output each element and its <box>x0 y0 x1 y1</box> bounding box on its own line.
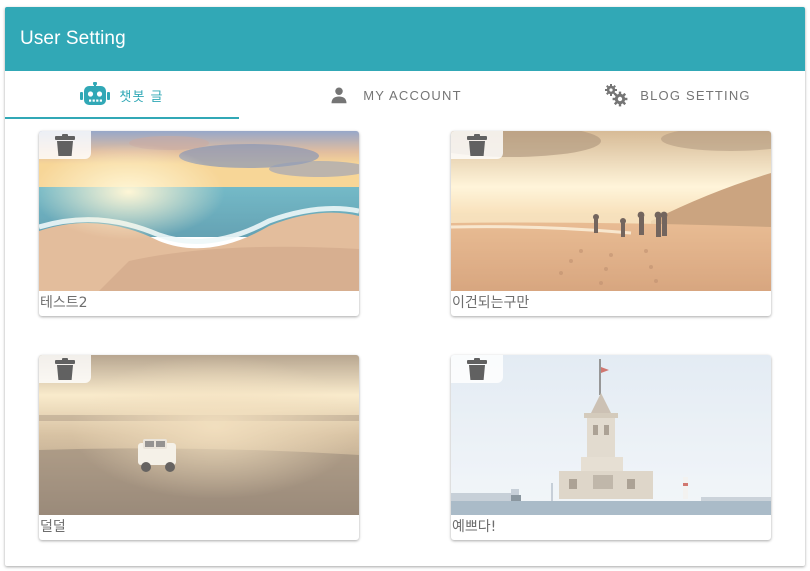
delete-button[interactable] <box>451 131 503 159</box>
post-caption: 예쁘다! <box>452 519 497 535</box>
active-tab-indicator <box>5 117 239 119</box>
trash-icon <box>55 358 75 380</box>
delete-button[interactable] <box>39 131 91 159</box>
tab-chatbot-posts[interactable]: 챗봇 글 <box>5 71 239 119</box>
gears-icon <box>601 80 631 110</box>
tab-bar: 챗봇 글 MY ACCOUNT BLOG SETTING <box>5 71 805 119</box>
person-icon <box>324 80 354 110</box>
delete-button[interactable] <box>451 355 503 383</box>
tab-my-account[interactable]: MY ACCOUNT <box>239 71 547 119</box>
tab-label: BLOG SETTING <box>640 87 751 103</box>
truck-desert-dust-image <box>39 355 359 515</box>
post-caption: 테스트2 <box>40 295 88 311</box>
post-caption: 덜덜 <box>40 519 66 535</box>
tab-blog-setting[interactable]: BLOG SETTING <box>547 71 805 119</box>
tab-label: MY ACCOUNT <box>363 87 462 103</box>
people-walking-beach-image <box>451 131 771 291</box>
page-title: User Setting <box>20 28 126 49</box>
post-caption: 이건되는구만 <box>452 295 530 311</box>
user-setting-panel: User Setting 챗봇 글 MY ACCOUNT BLOG SETTIN… <box>5 7 805 566</box>
tab-label: 챗봇 글 <box>119 88 164 104</box>
post-card[interactable]: 이건되는구만 <box>451 131 771 316</box>
post-card[interactable]: 덜덜 <box>39 355 359 540</box>
app-header: User Setting <box>5 7 805 71</box>
maidens-tower-image <box>451 355 771 515</box>
trash-icon <box>467 134 487 156</box>
trash-icon <box>55 134 75 156</box>
beach-sunset-waves-image <box>39 131 359 291</box>
robot-icon <box>80 80 111 110</box>
delete-button[interactable] <box>39 355 91 383</box>
post-card[interactable]: 테스트2 <box>39 131 359 316</box>
trash-icon <box>467 358 487 380</box>
post-card[interactable]: 예쁘다! <box>451 355 771 540</box>
